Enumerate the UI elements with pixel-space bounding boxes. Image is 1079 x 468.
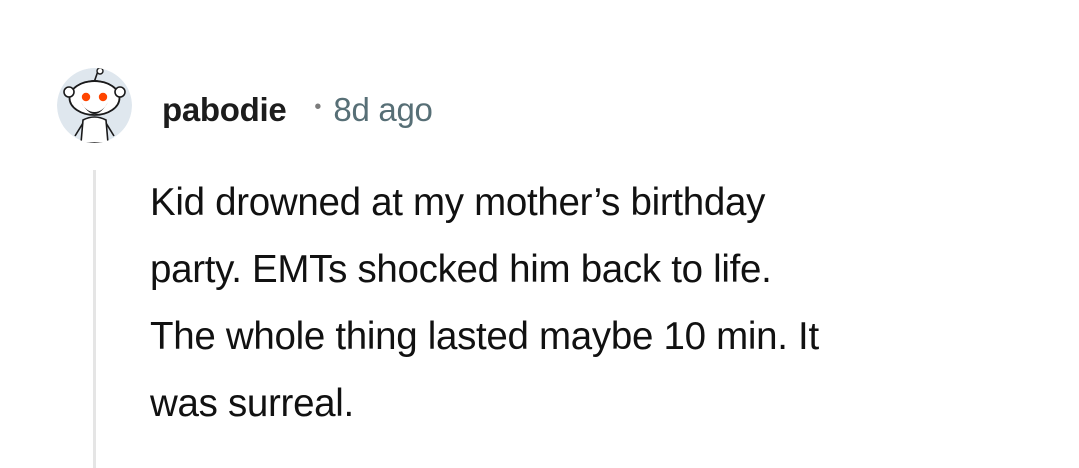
comment-header: pabodie • 8d ago <box>162 86 433 134</box>
comment-body-line: Kid drowned at my mother’s birthday <box>150 181 766 224</box>
comment-body-line: The whole thing lasted maybe 10 min. It <box>150 315 819 358</box>
comment: pabodie • 8d ago Kid drowned at my mothe… <box>0 0 1079 468</box>
comment-body: Kid drowned at my mother’s birthday part… <box>150 169 1050 437</box>
snoo-avatar-icon <box>57 68 132 143</box>
comment-body-line: was surreal. <box>150 382 354 425</box>
username-link[interactable]: pabodie <box>162 91 287 129</box>
comment-timestamp: 8d ago <box>333 91 433 128</box>
thread-collapse-line[interactable] <box>93 170 96 468</box>
comment-body-line: party. EMTs shocked him back to life. <box>150 248 772 291</box>
meta-separator: • <box>314 95 322 118</box>
user-avatar[interactable] <box>57 68 132 143</box>
